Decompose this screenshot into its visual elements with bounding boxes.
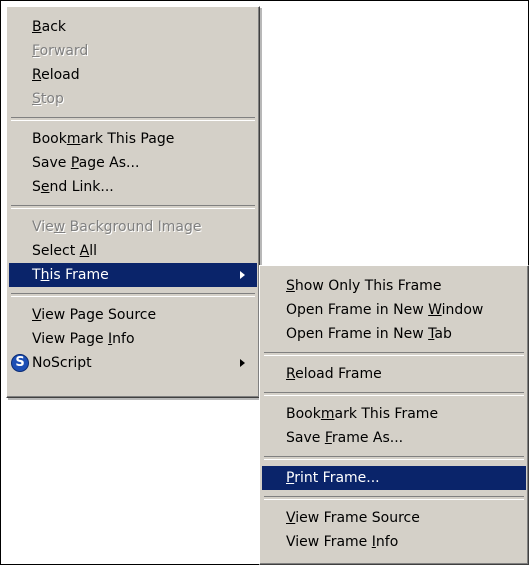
menu-separator	[11, 293, 255, 297]
menu-item-bookmark-frame[interactable]: Bookmark This Frame	[262, 402, 526, 426]
menu-item-noscript[interactable]: S NoScript	[9, 351, 257, 375]
menu-item-label: Open Frame in New Tab	[286, 326, 452, 342]
menu-item-view-page-info[interactable]: View Page Info	[9, 327, 257, 351]
menu-item-label: View Frame Source	[286, 510, 420, 526]
menu-separator	[11, 117, 255, 121]
menu-item-stop: Stop	[9, 87, 257, 111]
menu-item-label: Open Frame in New Window	[286, 302, 484, 318]
menu-item-label: Reload Frame	[286, 366, 382, 382]
menu-item-back[interactable]: Back	[9, 15, 257, 39]
menu-item-open-frame-new-tab[interactable]: Open Frame in New Tab	[262, 322, 526, 346]
menu-item-show-only-this-frame[interactable]: Show Only This Frame	[262, 274, 526, 298]
menu-item-label: View Background Image	[32, 219, 202, 235]
menu-item-this-frame[interactable]: This Frame	[9, 263, 257, 287]
menu-item-label: NoScript	[32, 355, 92, 371]
menu-item-view-frame-info[interactable]: View Frame Info	[262, 530, 526, 554]
menu-item-label: Send Link...	[32, 179, 114, 195]
menu-item-view-page-source[interactable]: View Page Source	[9, 303, 257, 327]
menu-item-label: View Page Info	[32, 331, 135, 347]
menu-separator	[264, 392, 524, 396]
menu-item-label: Forward	[32, 43, 89, 59]
menu-item-label: Reload	[32, 67, 80, 83]
menu-item-reload[interactable]: Reload	[9, 63, 257, 87]
menu-item-save-frame-as[interactable]: Save Frame As...	[262, 426, 526, 450]
menu-item-label: Print Frame...	[286, 470, 380, 486]
noscript-icon: S	[11, 354, 29, 372]
menu-item-forward: Forward	[9, 39, 257, 63]
menu-item-reload-frame[interactable]: Reload Frame	[262, 362, 526, 386]
menu-item-label: Back	[32, 19, 66, 35]
menu-item-select-all[interactable]: Select All	[9, 239, 257, 263]
submenu-arrow-icon	[240, 271, 245, 279]
menu-item-label: View Page Source	[32, 307, 157, 323]
menu-item-label: Save Frame As...	[286, 430, 404, 446]
menu-item-label: Select All	[32, 243, 97, 259]
menu-separator	[264, 456, 524, 460]
menu-item-label: View Frame Info	[286, 534, 399, 550]
menu-item-save-page-as[interactable]: Save Page As...	[9, 151, 257, 175]
menu-separator	[11, 205, 255, 209]
menu-item-label: Bookmark This Frame	[286, 406, 439, 422]
menu-item-view-frame-source[interactable]: View Frame Source	[262, 506, 526, 530]
menu-item-label: Save Page As...	[32, 155, 140, 171]
menu-item-send-link[interactable]: Send Link...	[9, 175, 257, 199]
this-frame-submenu: Show Only This Frame Open Frame in New W…	[259, 265, 529, 565]
menu-separator	[264, 352, 524, 356]
submenu-arrow-icon	[240, 359, 245, 367]
menu-item-bookmark-page[interactable]: Bookmark This Page	[9, 127, 257, 151]
context-menu: Back Forward Reload Stop Bookmark This P…	[6, 6, 260, 398]
menu-item-view-background-image: View Background Image	[9, 215, 257, 239]
menu-item-label: This Frame	[32, 267, 109, 283]
menu-item-print-frame[interactable]: Print Frame...	[262, 466, 526, 490]
menu-item-open-frame-new-window[interactable]: Open Frame in New Window	[262, 298, 526, 322]
menu-separator	[264, 496, 524, 500]
menu-item-label: Show Only This Frame	[286, 278, 442, 294]
menu-item-label: Bookmark This Page	[32, 131, 175, 147]
menu-item-label: Stop	[32, 91, 64, 107]
